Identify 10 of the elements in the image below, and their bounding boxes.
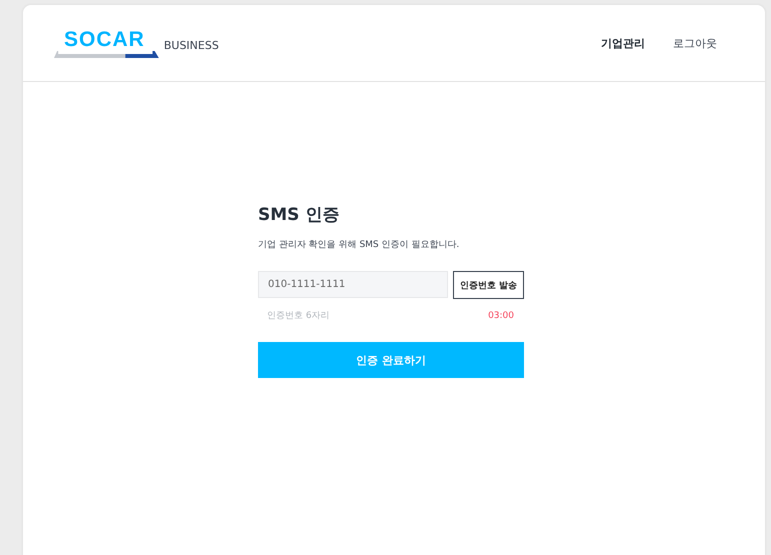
- description: 기업 관리자 확인을 위해 SMS 인증이 필요합니다.: [258, 239, 460, 251]
- countdown-timer: 03:00: [488, 311, 514, 321]
- send-code-button[interactable]: 인증번호 발송: [453, 271, 524, 299]
- page-title: SMS 인증: [258, 204, 340, 226]
- code-field[interactable]: 인증번호 6자리: [267, 311, 488, 321]
- phone-field[interactable]: 010-1111-1111: [258, 271, 448, 298]
- nav-link[interactable]: 로그아웃: [673, 36, 717, 50]
- nav-link[interactable]: 기업관리: [601, 36, 645, 50]
- logo: SOCAR: [54, 28, 159, 58]
- logo-subtitle: BUSINESS: [164, 38, 219, 52]
